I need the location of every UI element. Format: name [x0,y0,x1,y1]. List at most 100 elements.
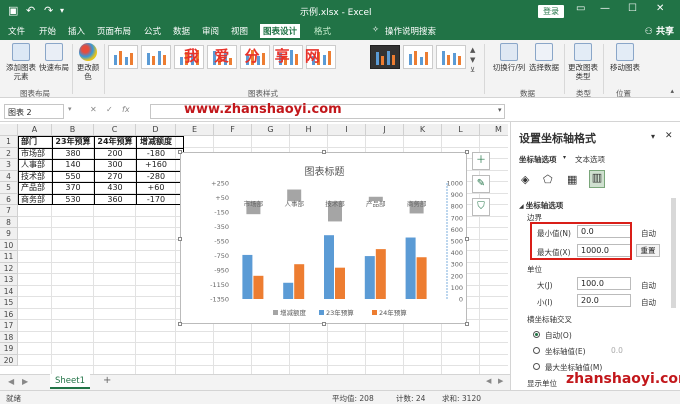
collapse-ribbon-icon[interactable]: ▴ [670,87,674,95]
left-axis-tick[interactable]: -950 [214,267,229,275]
right-axis-tick[interactable]: 1000 [446,180,463,188]
column-header[interactable]: A [18,124,52,136]
table-cell[interactable]: 300 [95,159,135,171]
table-cell[interactable]: 360 [95,194,135,206]
resize-handle[interactable] [178,322,182,326]
row-header[interactable]: 13 [0,274,18,286]
name-box[interactable]: 图表 2 [4,104,64,119]
left-axis-tick[interactable]: -550 [214,238,229,246]
column-header[interactable]: K [404,124,442,136]
resize-handle[interactable] [465,237,469,241]
chart-style-8[interactable] [370,45,400,69]
right-axis-tick[interactable]: 500 [451,238,463,246]
table-cell[interactable]: -280 [137,171,175,183]
resize-handle[interactable] [465,150,469,154]
category-label[interactable]: 市场部 [244,199,264,208]
table-cell[interactable]: 550 [53,171,93,183]
pane-close-icon[interactable]: ✕ [665,131,673,141]
hscroll-left-icon[interactable]: ◀ [486,377,491,385]
major-unit-input[interactable]: 100.0 [577,277,631,290]
column-header[interactable]: C [94,124,136,136]
right-axis-tick[interactable]: 800 [451,203,463,211]
table-cell[interactable]: -170 [137,194,175,206]
left-axis-tick[interactable]: -1350 [210,296,229,304]
axis-options-dropdown-icon[interactable]: ▾ [563,154,566,161]
bar-24年预算[interactable] [294,264,305,299]
table-header-cell[interactable]: 23年预算 [53,136,93,148]
radio-max-axis-value[interactable] [533,363,540,370]
row-header[interactable]: 19 [0,343,18,355]
redo-icon[interactable]: ↷ [44,4,53,17]
gallery-scroll-up-icon[interactable]: ▲ [470,46,475,54]
table-cell[interactable]: 140 [53,159,93,171]
chart-style-2[interactable] [141,45,171,69]
customize-icon[interactable]: ▾ [60,6,64,15]
row-header[interactable]: 9 [0,228,18,240]
hscroll-right-icon[interactable]: ▶ [498,377,503,385]
share-button[interactable]: ⚇ 共享 [645,24,674,37]
row-header[interactable]: 18 [0,331,18,343]
legend-swatch[interactable] [372,310,377,315]
chart-style-1[interactable] [108,45,138,69]
fx-icon[interactable]: fx [122,105,130,114]
row-header[interactable]: 8 [0,216,18,228]
right-axis-tick[interactable]: 0 [459,296,463,304]
resize-handle[interactable] [178,237,182,241]
column-header[interactable]: G [252,124,290,136]
chart[interactable]: 图表标题 +250 +50 -150 -350 -550 -750 -950 -1150 -13… [178,150,469,326]
section-axis-options[interactable]: ◢ 坐标轴选项 [519,200,563,211]
gallery-more-icon[interactable]: ⊻ [470,66,475,74]
row-header[interactable]: 14 [0,285,18,297]
name-box-dropdown-icon[interactable]: ▾ [68,105,72,113]
column-header[interactable]: H [290,124,328,136]
row-header[interactable]: 15 [0,297,18,309]
effects-icon[interactable]: ⬠ [543,173,553,186]
table-cell[interactable]: 270 [95,171,135,183]
bar-23年预算[interactable] [324,235,334,299]
legend-entry[interactable]: 24年预算 [379,308,407,317]
column-header[interactable]: D [136,124,176,136]
bar-24年预算[interactable] [375,249,386,299]
pane-options-icon[interactable]: ▾ [651,132,655,141]
right-axis-tick[interactable]: 700 [451,214,463,222]
chart-style-9[interactable] [403,45,433,69]
tab-page-layout[interactable]: 页面布局 [97,25,131,37]
left-axis-tick[interactable]: -350 [214,223,229,231]
table-cell[interactable]: 技术部 [19,171,51,183]
login-button[interactable]: 登录 [538,5,564,18]
chart-plot[interactable]: +250 +50 -150 -350 -550 -750 -950 -1150 -1350 100… [181,153,468,325]
row-header[interactable]: 1 [0,136,18,148]
minor-unit-input[interactable]: 20.0 [577,294,631,307]
move-chart-button[interactable]: 移动图表 [608,43,642,72]
table-header-cell[interactable]: 增减额度 [137,136,175,148]
resize-handle[interactable] [465,322,469,326]
prev-sheet-icon[interactable]: ◀ [8,377,14,386]
resize-handle[interactable] [322,150,326,154]
tab-formulas[interactable]: 公式 [144,25,161,37]
row-header[interactable]: 5 [0,182,18,194]
table-cell[interactable]: 530 [53,194,93,206]
table-cell[interactable]: 商务部 [19,194,51,206]
bar-23年预算[interactable] [364,256,375,299]
bar-24年预算[interactable] [416,257,427,299]
chart-style-10[interactable] [436,45,466,69]
category-label[interactable]: 产品部 [366,199,386,208]
row-header[interactable]: 7 [0,205,18,217]
tab-review[interactable]: 审阅 [202,25,219,37]
right-axis-tick[interactable]: 400 [451,249,463,257]
resize-handle[interactable] [178,150,182,154]
category-label[interactable]: 人事部 [284,199,304,208]
tab-format[interactable]: 格式 [314,25,331,37]
resize-handle[interactable] [322,322,326,326]
tab-text-options[interactable]: 文本选项 [575,154,605,165]
row-header[interactable]: 10 [0,239,18,251]
column-header[interactable]: F [214,124,252,136]
bar-24年预算[interactable] [253,275,264,299]
column-header[interactable]: L [442,124,480,136]
pane-scrollbar[interactable] [671,198,676,308]
right-axis-tick[interactable]: 300 [451,261,463,269]
tab-view[interactable]: 视图 [231,25,248,37]
left-axis-tick[interactable]: +250 [211,180,229,188]
add-chart-element-button[interactable]: 添加图表元素 [4,43,38,81]
axis-value-input[interactable]: 0.0 [611,346,623,355]
